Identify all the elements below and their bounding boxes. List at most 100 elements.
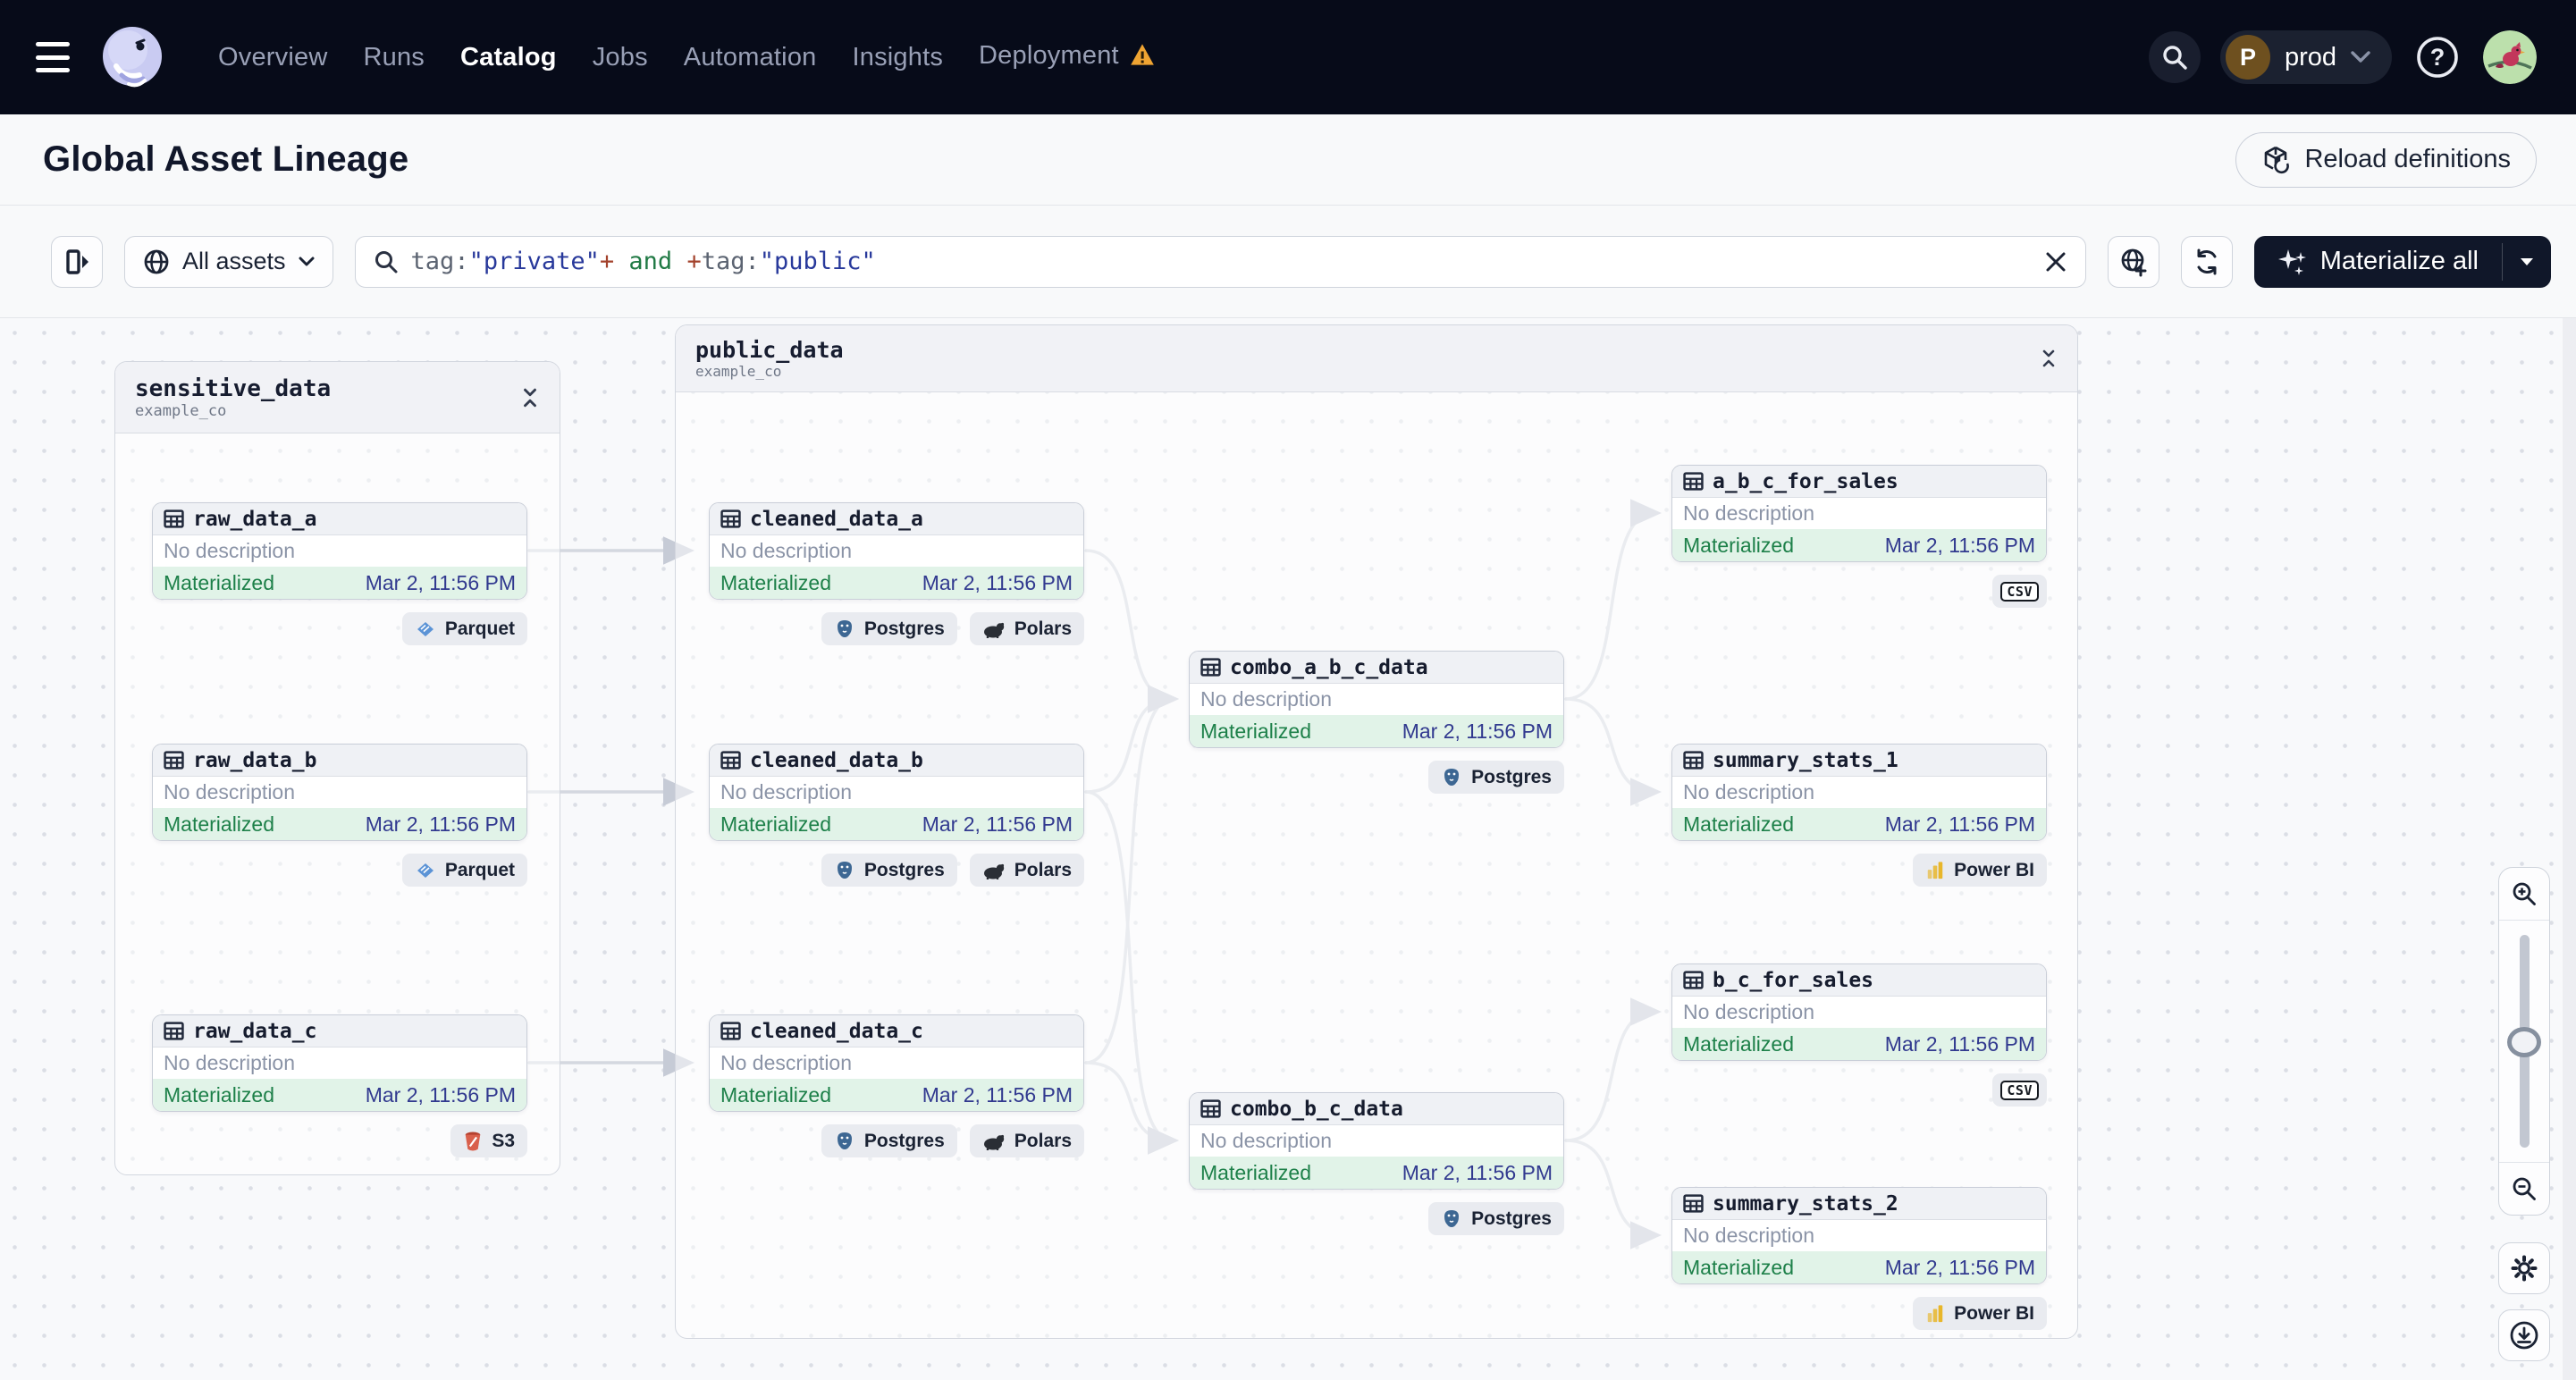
- search-icon[interactable]: [2148, 31, 2201, 83]
- asset-description: No description: [164, 539, 296, 562]
- help-icon[interactable]: ?: [2412, 31, 2463, 83]
- asset-node-combo-a-b-c-data[interactable]: combo_a_b_c_data No description Material…: [1189, 651, 1564, 748]
- collapse-group-icon[interactable]: [520, 388, 540, 408]
- asset-name: cleaned_data_a: [750, 507, 923, 531]
- materialization-timestamp: Mar 2, 11:56 PM: [1402, 719, 1553, 743]
- asset-tags: Postgres: [1189, 761, 1564, 794]
- asset-node-cleaned-data-c[interactable]: cleaned_data_c No description Materializ…: [709, 1014, 1084, 1112]
- status-badge: Materialized: [164, 812, 274, 836]
- nav-item-deployment[interactable]: Deployment: [979, 41, 1155, 73]
- collapse-group-icon[interactable]: [2040, 349, 2058, 367]
- asset-node-cleaned-data-b[interactable]: cleaned_data_b No description Materializ…: [709, 744, 1084, 841]
- asset-name: b_c_for_sales: [1713, 968, 1874, 992]
- search-icon: [375, 250, 398, 273]
- menu-icon[interactable]: [36, 42, 75, 72]
- download-graph-button[interactable]: [2498, 1309, 2550, 1361]
- status-badge: Materialized: [1683, 1255, 1794, 1279]
- group-header[interactable]: public_data example_co: [676, 325, 2077, 392]
- materialization-timestamp: Mar 2, 11:56 PM: [1402, 1160, 1553, 1184]
- tag-power-bi: Power BI: [1913, 1297, 2047, 1330]
- asset-tags: CSV: [1671, 575, 2047, 608]
- lineage-canvas[interactable]: sensitive_data example_co public_data ex…: [0, 318, 2576, 1380]
- nav-item-insights[interactable]: Insights: [852, 43, 943, 72]
- tag-parquet: Parquet: [401, 854, 527, 887]
- asset-name: summary_stats_1: [1713, 748, 1898, 772]
- status-badge: Materialized: [164, 1082, 274, 1107]
- tag-parquet: Parquet: [401, 612, 527, 645]
- caret-down-icon: [2521, 257, 2533, 265]
- reload-definitions-button[interactable]: Reload definitions: [2235, 131, 2537, 188]
- postgres-icon: [1444, 768, 1460, 786]
- refresh-icon: [2197, 248, 2217, 274]
- asset-description: No description: [164, 780, 296, 804]
- graph-settings-button[interactable]: [2498, 1242, 2550, 1294]
- zoom-slider[interactable]: [2499, 921, 2549, 1162]
- user-avatar[interactable]: [2483, 30, 2537, 84]
- asset-node-raw-data-c[interactable]: raw_data_c No description Materialized M…: [152, 1014, 527, 1112]
- materialization-timestamp: Mar 2, 11:56 PM: [922, 1082, 1073, 1107]
- asset-node-raw-data-a[interactable]: raw_data_a No description Materialized M…: [152, 502, 527, 600]
- status-badge: Materialized: [1200, 719, 1311, 743]
- asset-node-a-b-c-for-sales[interactable]: a_b_c_for_sales No description Materiali…: [1671, 465, 2047, 562]
- asset-description: No description: [1683, 1000, 1815, 1023]
- tag-polars: Polars: [969, 1124, 1084, 1157]
- asset-search-input[interactable]: tag:"private"+ and +tag:"public": [354, 235, 2086, 288]
- group-name: sensitive_data: [135, 374, 332, 402]
- environment-name: prod: [2284, 42, 2336, 72]
- tag-postgres: Postgres: [821, 1124, 957, 1157]
- tag-csv: CSV: [1992, 1073, 2047, 1107]
- asset-node-b-c-for-sales[interactable]: b_c_for_sales No description Materialize…: [1671, 963, 2047, 1061]
- asset-tags: Parquet: [152, 854, 527, 887]
- materialization-timestamp: Mar 2, 11:56 PM: [1884, 533, 2035, 557]
- materialization-timestamp: Mar 2, 11:56 PM: [1884, 812, 2035, 836]
- table-icon: [164, 751, 184, 770]
- zoom-in-button[interactable]: [2499, 868, 2549, 921]
- nav-item-overview[interactable]: Overview: [218, 43, 327, 72]
- nav-item-runs[interactable]: Runs: [363, 43, 425, 72]
- toggle-sidebar-button[interactable]: [51, 235, 103, 288]
- table-icon: [1683, 971, 1704, 989]
- status-badge: Materialized: [1683, 812, 1794, 836]
- asset-description: No description: [720, 539, 853, 562]
- s3-icon: [466, 1132, 481, 1151]
- dagster-logo[interactable]: [98, 23, 166, 91]
- canvas-scrollbar[interactable]: [2563, 318, 2576, 1380]
- asset-name: cleaned_data_b: [750, 748, 923, 772]
- asset-node-summary-stats-2[interactable]: summary_stats_2 No description Materiali…: [1671, 1187, 2047, 1284]
- csv-icon: CSV: [2000, 581, 2039, 602]
- dagster-app: Overview Runs Catalog Jobs Automation In…: [0, 0, 2576, 1380]
- materialize-options-caret[interactable]: [2503, 236, 2551, 288]
- postgres-icon: [1444, 1209, 1460, 1227]
- asset-node-summary-stats-1[interactable]: summary_stats_1 No description Materiali…: [1671, 744, 2047, 841]
- asset-node-raw-data-b[interactable]: raw_data_b No description Materialized M…: [152, 744, 527, 841]
- environment-avatar: P: [2225, 35, 2270, 80]
- asset-scope-label: All assets: [182, 248, 286, 274]
- nav-item-automation[interactable]: Automation: [684, 43, 817, 72]
- asset-name: a_b_c_for_sales: [1713, 469, 1898, 493]
- nav-item-catalog[interactable]: Catalog: [460, 43, 557, 72]
- asset-tags: Power BI: [1671, 1297, 2047, 1330]
- open-in-new-graph-button[interactable]: [2107, 235, 2159, 288]
- group-header[interactable]: sensitive_data example_co: [115, 362, 560, 433]
- group-location: example_co: [695, 363, 782, 380]
- nav-item-jobs[interactable]: Jobs: [593, 43, 648, 72]
- materialize-all-button[interactable]: Materialize all: [2254, 236, 2502, 288]
- open-panel-icon: [66, 248, 88, 274]
- asset-name: raw_data_c: [193, 1019, 317, 1043]
- asset-description: No description: [1683, 780, 1815, 804]
- powerbi-icon: [1927, 1304, 1943, 1322]
- environment-switcher[interactable]: P prod: [2219, 30, 2392, 84]
- asset-scope-selector[interactable]: All assets: [124, 235, 333, 288]
- materialization-timestamp: Mar 2, 11:56 PM: [922, 812, 1073, 836]
- refresh-button[interactable]: [2180, 235, 2233, 288]
- zoom-out-button[interactable]: [2499, 1162, 2549, 1215]
- deployment-warning-icon: [1130, 43, 1155, 73]
- asset-tags: Postgres Polars: [709, 854, 1084, 887]
- asset-node-cleaned-data-a[interactable]: cleaned_data_a No description Materializ…: [709, 502, 1084, 600]
- clear-search-icon[interactable]: [2044, 250, 2067, 273]
- postgres-icon: [837, 619, 852, 637]
- asset-node-combo-b-c-data[interactable]: combo_b_c_data No description Materializ…: [1189, 1092, 1564, 1190]
- tag-postgres: Postgres: [1428, 761, 1564, 794]
- asset-description: No description: [720, 780, 853, 804]
- zoom-slider-thumb[interactable]: [2507, 1026, 2541, 1057]
